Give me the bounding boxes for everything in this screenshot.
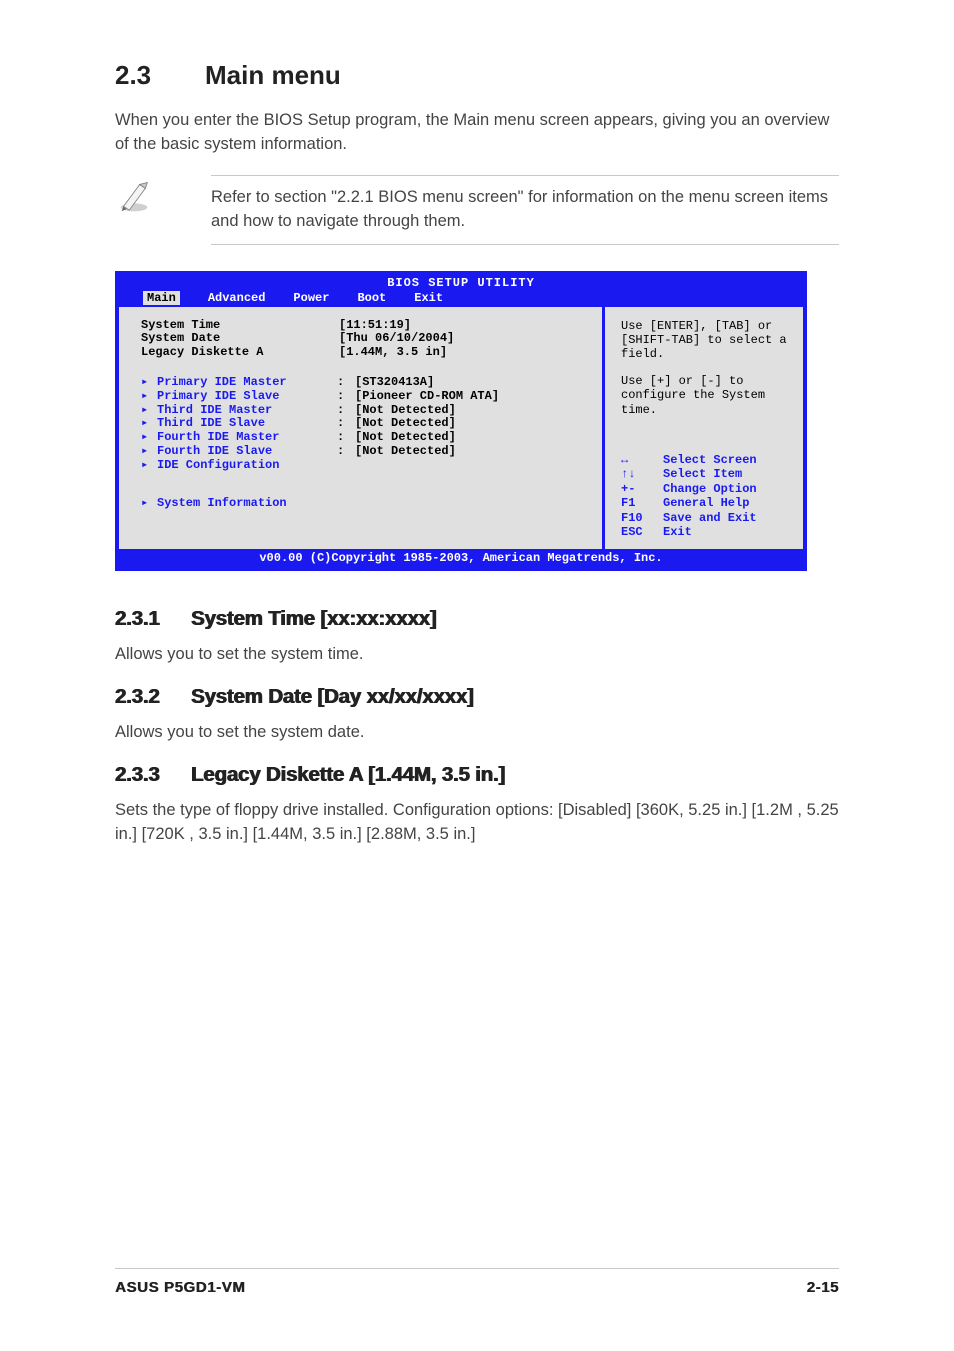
bios-help-panel: Use [ENTER], [TAB] or [SHIFT-TAB] to sel… [605, 307, 803, 550]
bios-row-label: System Time [141, 319, 321, 333]
submenu-arrow-icon: ▸ [141, 445, 157, 459]
section-title: Main menu [205, 60, 341, 90]
subsection-number: 2.3.1 [115, 607, 191, 631]
bios-row-value: [Not Detected] [355, 404, 456, 418]
bios-tab-main[interactable]: Main [143, 291, 180, 305]
bios-row-label: System Date [141, 332, 321, 346]
bios-row-label[interactable]: Fourth IDE Slave [157, 445, 337, 459]
legend-key: ↔ [621, 453, 663, 467]
bios-row-label[interactable]: Primary IDE Slave [157, 390, 337, 404]
legend-desc: Change Option [663, 482, 757, 496]
section-number: 2.3 [115, 60, 205, 91]
bios-row-label[interactable]: Third IDE Master [157, 404, 337, 418]
note-text: Refer to section "2.2.1 BIOS menu screen… [211, 175, 839, 245]
subsection-number: 2.3.3 [115, 763, 191, 787]
submenu-arrow-icon: ▸ [141, 390, 157, 404]
bios-title: BIOS SETUP UTILITY [119, 275, 803, 291]
submenu-arrow-icon: ▸ [141, 431, 157, 445]
bios-help-text: Use [ENTER], [TAB] or [SHIFT-TAB] to sel… [621, 319, 793, 362]
subsection-title: Legacy Diskette A [1.44M, 3.5 in.] [191, 763, 505, 786]
bios-row-label[interactable]: Fourth IDE Master [157, 431, 337, 445]
legend-desc: Select Screen [663, 453, 757, 467]
submenu-arrow-icon: ▸ [141, 497, 157, 511]
footer-model: ASUS P5GD1-VM [115, 1279, 245, 1296]
bios-row-label[interactable]: Third IDE Slave [157, 417, 337, 431]
subsection-number: 2.3.2 [115, 685, 191, 709]
bios-menubar: Main Advanced Power Boot Exit [119, 291, 803, 307]
bios-main-panel: System Time [11:51:19] System Date [Thu 06… [119, 307, 605, 550]
bios-row-value: [Not Detected] [355, 445, 456, 459]
bios-row-value: [Pioneer CD-ROM ATA] [355, 390, 499, 404]
bios-row-value[interactable]: [11:51:19] [339, 319, 411, 333]
legend-key: ESC [621, 525, 663, 539]
intro-paragraph: When you enter the BIOS Setup program, t… [115, 109, 839, 157]
subsection-body: Allows you to set the system time. [115, 643, 839, 667]
bios-row-value[interactable]: [1.44M, 3.5 in] [339, 346, 447, 360]
bios-tab-power[interactable]: Power [293, 291, 329, 305]
bios-row-label[interactable]: Primary IDE Master [157, 376, 337, 390]
subsection-title: System Date [Day xx/xx/xxxx] [191, 685, 474, 708]
submenu-arrow-icon: ▸ [141, 404, 157, 418]
legend-key: ↑↓ [621, 467, 663, 481]
subsection-heading: 2.3.3Legacy Diskette A [1.44M, 3.5 in.] [115, 763, 839, 787]
bios-row-value: [Not Detected] [355, 417, 456, 431]
bios-row-value: [Not Detected] [355, 431, 456, 445]
bios-tab-boot[interactable]: Boot [357, 291, 386, 305]
legend-desc: Select Item [663, 467, 742, 481]
subsection-body: Sets the type of floppy drive installed.… [115, 799, 839, 847]
bios-screenshot: BIOS SETUP UTILITY Main Advanced Power B… [115, 271, 807, 572]
note-icon [115, 175, 153, 213]
subsection-heading: 2.3.1System Time [xx:xx:xxxx] [115, 607, 839, 631]
footer-page-number: 2-15 [807, 1279, 839, 1296]
bios-help-text: Use [+] or [-] to configure the System t… [621, 374, 793, 417]
legend-desc: General Help [663, 496, 749, 510]
bios-row-value: [ST320413A] [355, 376, 434, 390]
submenu-arrow-icon: ▸ [141, 376, 157, 390]
legend-key: F1 [621, 496, 663, 510]
bios-row-value[interactable]: [Thu 06/10/2004] [339, 332, 454, 346]
submenu-arrow-icon: ▸ [141, 459, 157, 473]
legend-desc: Save and Exit [663, 511, 757, 525]
subsection-heading: 2.3.2System Date [Day xx/xx/xxxx] [115, 685, 839, 709]
bios-key-legend: ↔Select Screen ↑↓Select Item +-Change Op… [621, 453, 793, 539]
legend-key: F10 [621, 511, 663, 525]
bios-row-label[interactable]: IDE Configuration [157, 459, 337, 473]
bios-row-label[interactable]: System Information [157, 497, 337, 511]
legend-key: +- [621, 482, 663, 496]
submenu-arrow-icon: ▸ [141, 417, 157, 431]
subsection-title: System Time [xx:xx:xxxx] [191, 607, 437, 630]
bios-tab-advanced[interactable]: Advanced [208, 291, 266, 305]
page-footer: ASUS P5GD1-VM 2-15 [115, 1268, 839, 1296]
bios-copyright: v00.00 (C)Copyright 1985-2003, American … [119, 549, 803, 567]
bios-row-label: Legacy Diskette A [141, 346, 321, 360]
note-block: Refer to section "2.2.1 BIOS menu screen… [115, 175, 839, 245]
subsection-body: Allows you to set the system date. [115, 721, 839, 745]
bios-tab-exit[interactable]: Exit [414, 291, 443, 305]
legend-desc: Exit [663, 525, 692, 539]
section-heading: 2.3Main menu [115, 60, 839, 91]
